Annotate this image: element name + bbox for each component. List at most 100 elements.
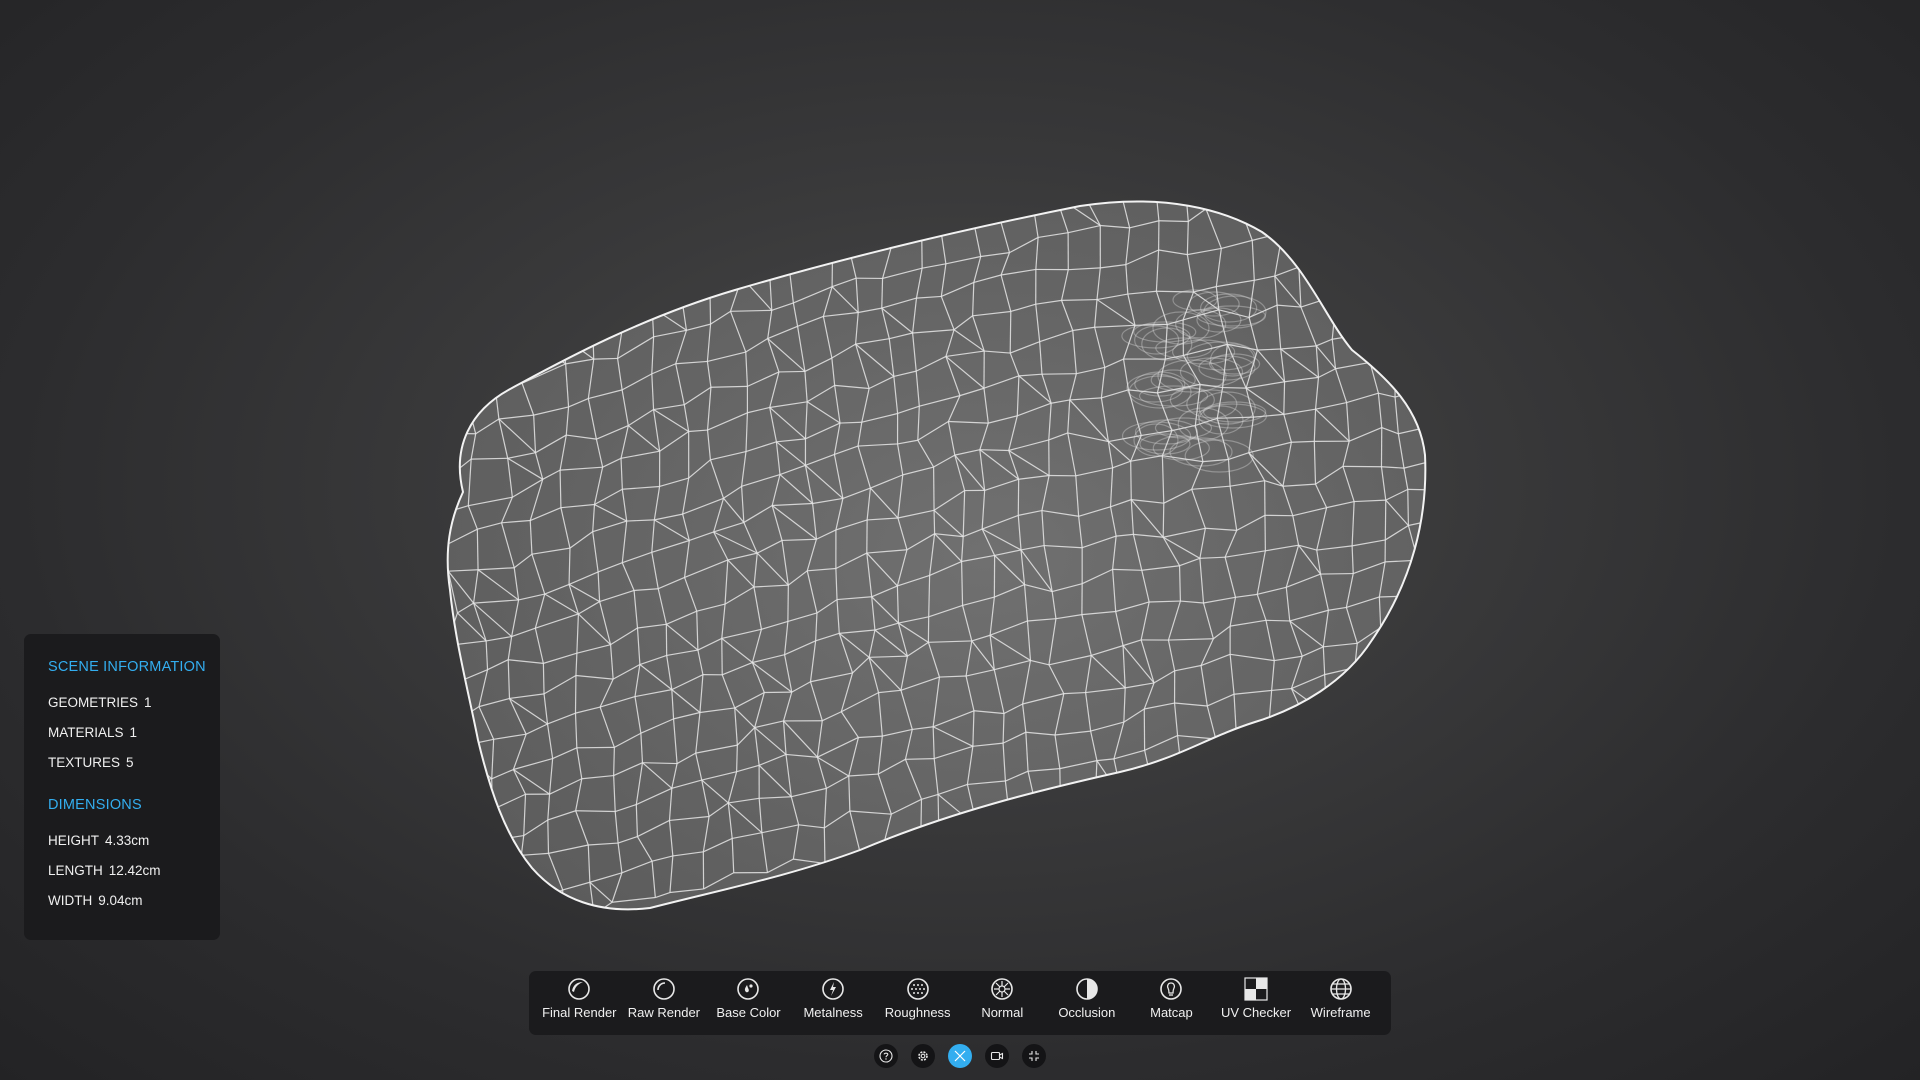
mesh-edge: [778, 370, 805, 373]
mesh-edge: [1247, 759, 1274, 763]
mesh-edge: [1454, 378, 1457, 416]
mesh-edge: [1422, 169, 1451, 181]
mesh-edge: [821, 201, 826, 220]
dimensions-heading: DIMENSIONS: [48, 797, 142, 813]
mesh-edge: [1366, 323, 1393, 335]
occlusion-button[interactable]: Occlusion: [1045, 971, 1130, 1035]
width-value: 9.04cm: [98, 893, 143, 908]
uv-checker-button[interactable]: UV Checker: [1214, 971, 1299, 1035]
mesh-edge: [1415, 720, 1426, 723]
mesh-edge: [1346, 3, 1386, 10]
mesh-edge: [973, 129, 978, 149]
mesh-edge: [1362, 146, 1390, 152]
mesh-edge: [1027, 73, 1029, 104]
mesh-edge: [1318, 14, 1330, 55]
mesh-edge: [937, 794, 940, 828]
mesh-edge: [1058, 104, 1060, 131]
mesh-edge: [1083, 70, 1088, 98]
mesh-edge: [613, 747, 615, 776]
mesh-edge: [1450, 613, 1482, 616]
mesh-edge: [1297, 232, 1300, 268]
mesh-edge: [1235, 732, 1248, 761]
expand-button[interactable]: [948, 1044, 972, 1068]
mesh-edge: [1337, 201, 1341, 236]
normal-button[interactable]: Normal: [960, 971, 1045, 1035]
camera-button[interactable]: [985, 1044, 1009, 1068]
mesh-edge: [1438, 459, 1471, 488]
mesh-edge: [731, 117, 734, 142]
mesh-edge: [1443, 68, 1452, 94]
mesh-edge: [1009, 311, 1012, 354]
mesh-edge: [769, 267, 790, 272]
mesh-edge: [1269, 718, 1307, 723]
roughness-button[interactable]: Roughness: [875, 971, 960, 1035]
mesh-edge: [1232, 64, 1267, 97]
mesh-edge: [578, 256, 592, 285]
mesh-edge: [1391, 323, 1426, 357]
mesh-edge: [575, 810, 616, 813]
mesh-edge: [1356, 201, 1368, 226]
mesh-edge: [1318, 11, 1345, 15]
mesh-edge: [458, 778, 492, 784]
mesh-edge: [709, 257, 712, 297]
mesh-edge: [542, 663, 545, 694]
mesh-edge: [1413, 94, 1443, 106]
mesh-edge: [997, 201, 1001, 211]
help-button[interactable]: [874, 1044, 898, 1068]
mesh-edge: [487, 245, 500, 271]
mesh-edge: [1215, 738, 1220, 771]
mesh-edge: [609, 236, 652, 247]
mesh-edge: [1060, 796, 1096, 811]
raw-render-button[interactable]: Raw Render: [622, 971, 707, 1035]
mesh-edge: [879, 210, 893, 246]
mesh-edge: [633, 155, 664, 167]
mesh-edge: [1392, 68, 1415, 81]
mesh-edge: [1327, 256, 1360, 271]
mesh-edge: [1421, 633, 1424, 663]
mesh-edge: [674, 264, 684, 304]
mesh-edge: [1427, 209, 1458, 240]
mesh-edge: [456, 746, 460, 784]
mesh-edge: [1391, 181, 1422, 182]
settings-icon: [918, 1051, 928, 1061]
mesh-edge: [1060, 97, 1088, 103]
mesh-edge: [1022, 135, 1056, 165]
mesh-edge: [439, 399, 443, 434]
materials-label: MATERIALS: [48, 725, 124, 740]
mesh-edge: [1152, 146, 1155, 187]
mesh-edge: [1265, 29, 1268, 61]
mesh-edge: [1435, 352, 1463, 356]
height-label: HEIGHT: [48, 833, 100, 848]
mesh-edge: [647, 263, 676, 278]
mesh-edge: [1422, 633, 1426, 648]
collapse-button[interactable]: [1022, 1044, 1046, 1068]
mesh-edge: [700, 209, 726, 222]
mesh-edge: [604, 167, 633, 180]
mesh-edge: [1397, 720, 1416, 735]
mesh-edge: [1032, 201, 1036, 204]
mesh-edge: [882, 108, 886, 139]
uv-checker-icon: [1244, 977, 1268, 1001]
mesh-edge: [1298, 95, 1300, 132]
3d-viewport[interactable]: [0, 0, 1920, 1080]
mesh-edge: [764, 162, 785, 171]
mesh-edge: [1433, 283, 1459, 287]
uv-checker-label: UV Checker: [1221, 1005, 1292, 1020]
mesh-edge: [1419, 136, 1422, 181]
settings-button[interactable]: [911, 1044, 935, 1068]
mesh-edge: [476, 529, 479, 570]
mesh-edge: [447, 645, 456, 684]
matcap-button[interactable]: Matcap: [1129, 971, 1214, 1035]
mesh-edge: [911, 69, 930, 90]
mesh-edge: [876, 139, 886, 170]
mesh-edge: [521, 341, 532, 384]
mesh-edge: [530, 340, 566, 365]
base-color-button[interactable]: Base Color: [706, 971, 791, 1035]
wireframe-button[interactable]: Wireframe: [1298, 971, 1383, 1035]
mesh-edge: [791, 218, 826, 228]
metalness-button[interactable]: Metalness: [791, 971, 876, 1035]
mesh-edge: [1130, 461, 1132, 500]
mesh-edge: [899, 100, 911, 130]
final-render-button[interactable]: Final Render: [537, 971, 622, 1035]
mesh-edge: [1185, 138, 1214, 149]
